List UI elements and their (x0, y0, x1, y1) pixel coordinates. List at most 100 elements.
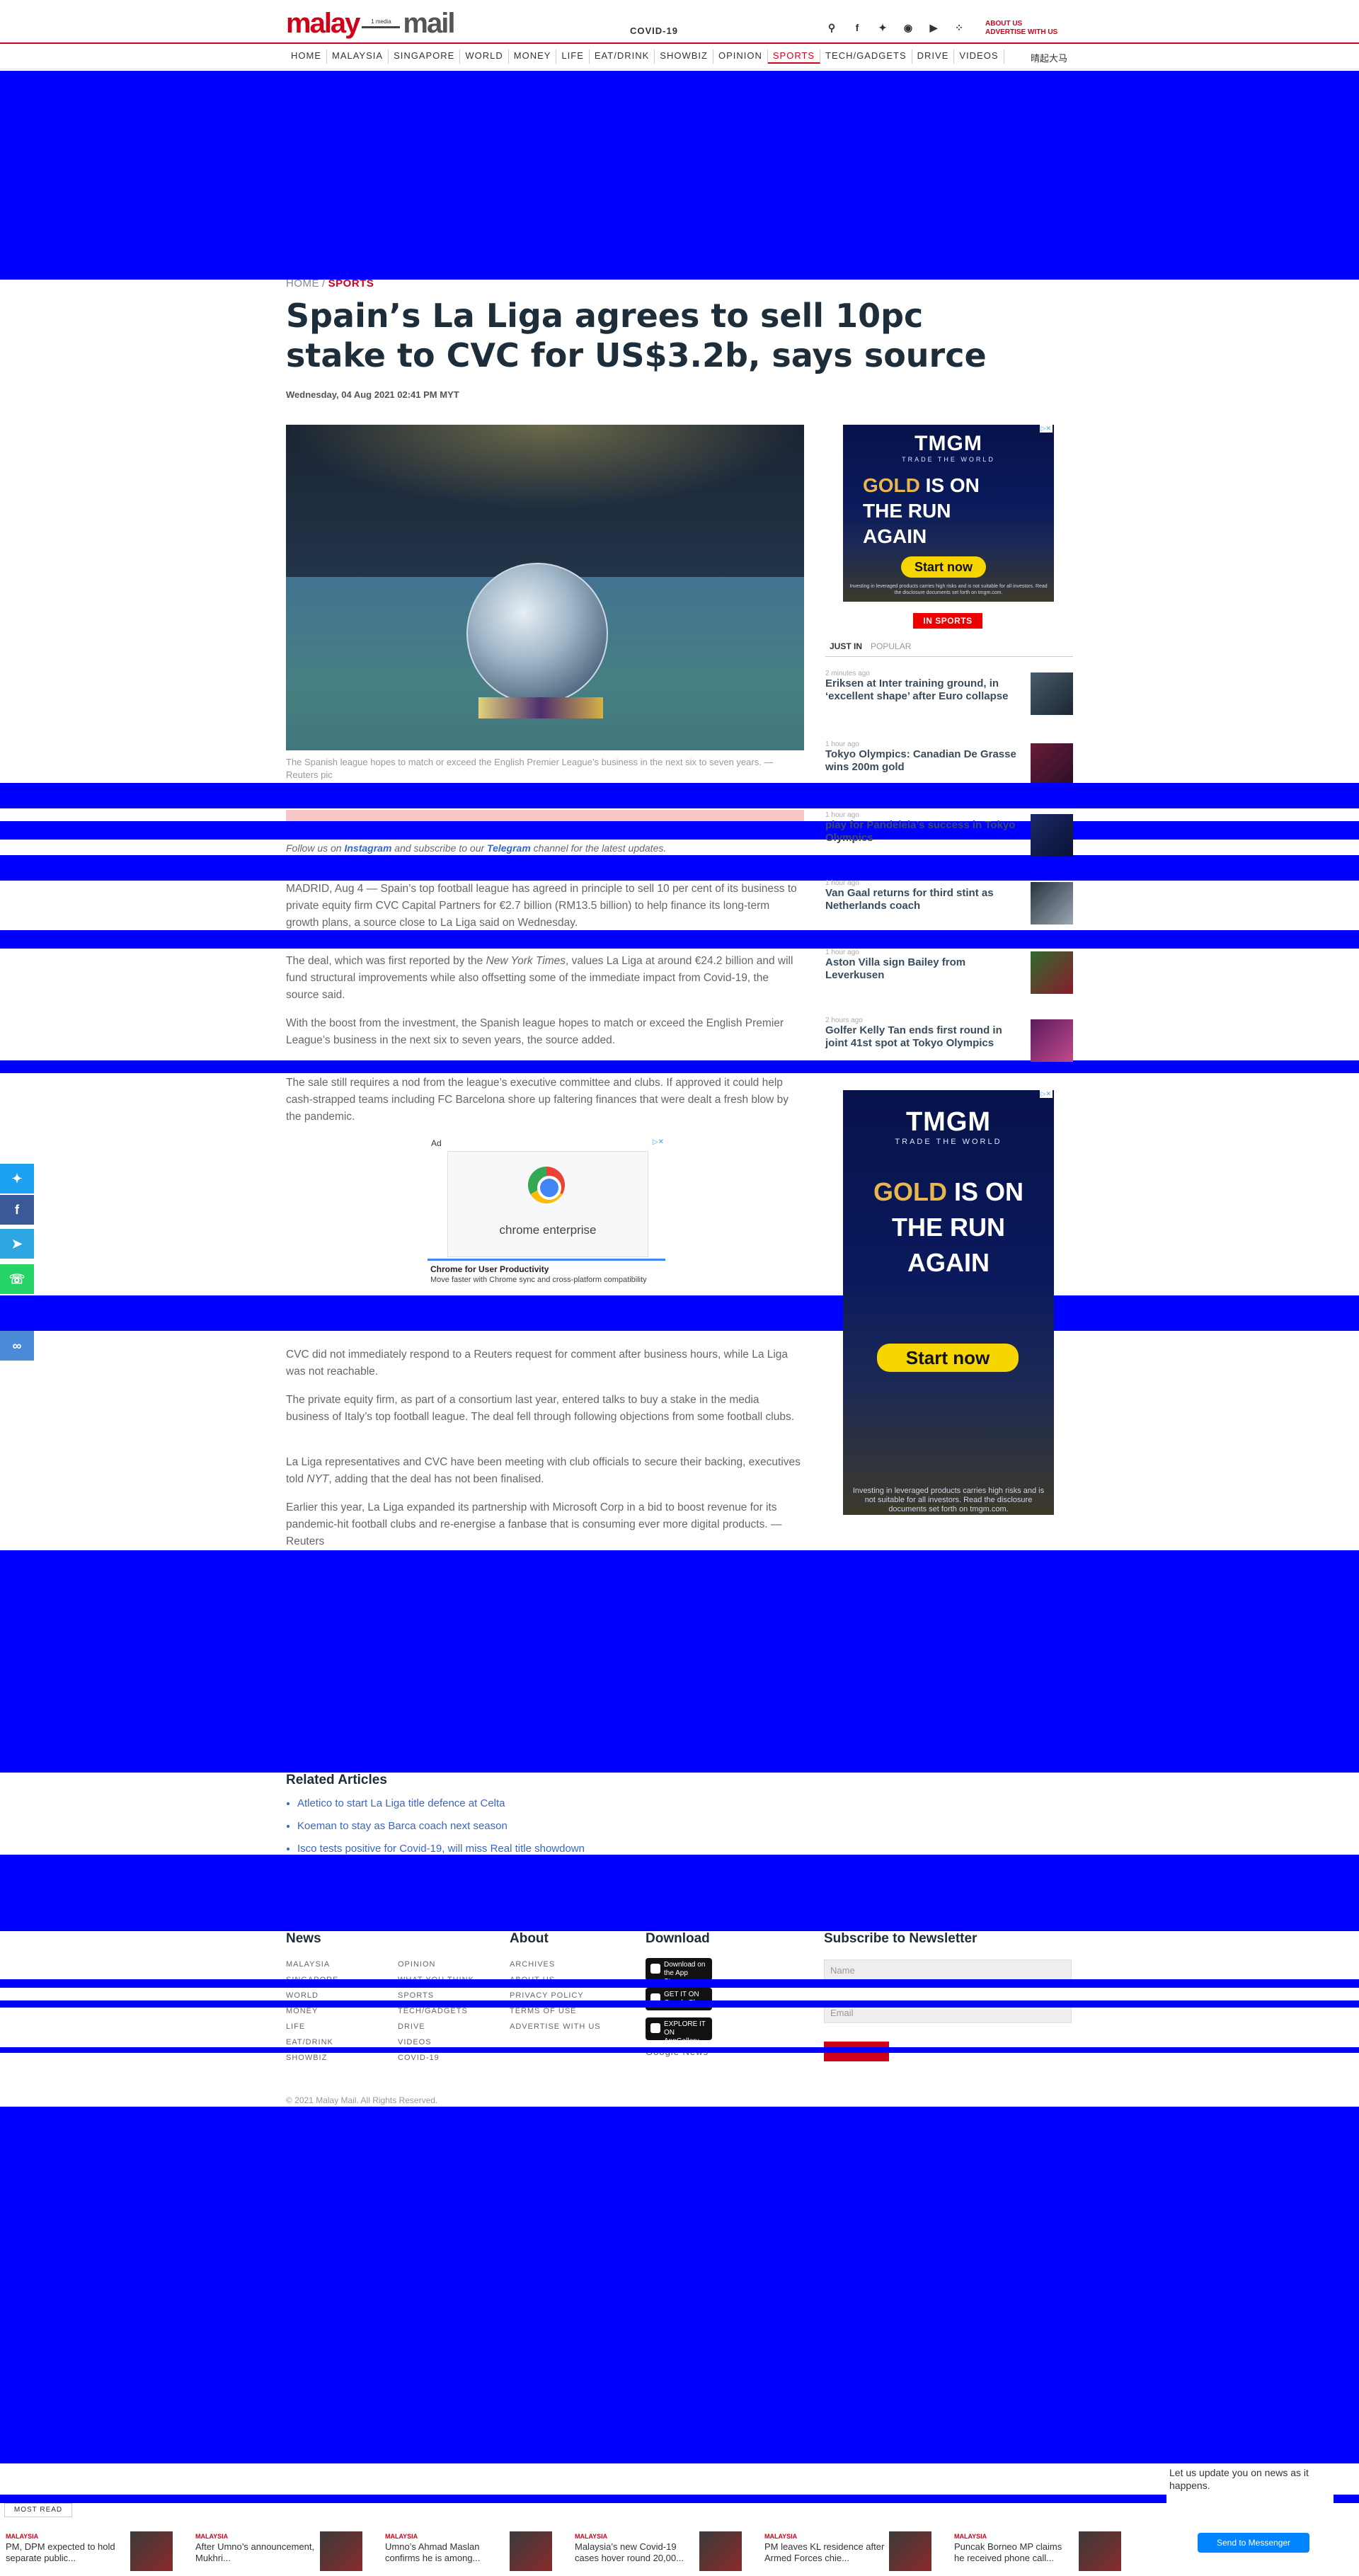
covid-link[interactable]: COVID-19 (630, 25, 678, 36)
ticker-thumbnail[interactable] (320, 2531, 362, 2571)
ad-placeholder-band (0, 821, 1359, 840)
news-thumbnail[interactable] (1031, 951, 1073, 994)
ticker-item[interactable]: MALAYSIA After Umno’s announcement, Mukh… (190, 2527, 379, 2576)
news-thumbnail[interactable] (1031, 882, 1073, 925)
instagram-icon[interactable]: ◉ (902, 21, 914, 34)
news-thumbnail[interactable] (1031, 1019, 1073, 1062)
site-logo[interactable]: malay 1 media mail (286, 7, 476, 40)
news-thumbnail[interactable] (1031, 672, 1073, 715)
nav-item-home[interactable]: HOME (286, 50, 327, 64)
ad-close-icon[interactable]: ▷✕ (1039, 425, 1053, 433)
news-headline[interactable]: Golfer Kelly Tan ends first round in joi… (825, 1024, 1025, 1050)
nav-item-singapore[interactable]: SINGAPORE (389, 50, 461, 64)
tmgm-logo: TMGM (905, 1107, 992, 1137)
news-headline[interactable]: Tokyo Olympics: Canadian De Grasse wins … (825, 748, 1025, 774)
nav-item-opinion[interactable]: OPINION (713, 50, 768, 64)
follow-us-line: Follow us on Instagram and subscribe to … (286, 842, 667, 854)
news-headline[interactable]: Van Gaal returns for third stint as Neth… (825, 887, 1025, 912)
tab-just-in[interactable]: JUST IN (825, 641, 866, 651)
article-paragraph: MADRID, Aug 4 — Spain’s top football lea… (286, 883, 797, 929)
sidebar-tabs: JUST IN POPULAR (825, 640, 1073, 657)
ticker-item[interactable]: MALAYSIA Puncak Borneo MP claims he rece… (948, 2527, 1138, 2576)
ticker-thumbnail[interactable] (1079, 2531, 1121, 2571)
rss-icon[interactable]: ⁘ (953, 21, 965, 34)
nav-item-malaysia[interactable]: MALAYSIA (327, 50, 389, 64)
ticker-thumbnail[interactable] (699, 2531, 742, 2571)
nav-item-world[interactable]: WORLD (460, 50, 509, 64)
sidebar-news-item[interactable]: 2 minutes ago Eriksen at Inter training … (825, 670, 1073, 715)
breadcrumb-sports[interactable]: SPORTS (328, 277, 374, 290)
article-paragraph: Earlier this year, La Liga expanded its … (286, 1501, 782, 1547)
twitter-icon[interactable]: ✦ (876, 21, 889, 34)
tmgm-logo: TMGM (914, 432, 982, 455)
breadcrumb-home[interactable]: HOME (286, 277, 319, 290)
most-read-label: MOST READ (4, 2503, 72, 2517)
sidebar-ad-tmgm-large[interactable]: ▷✕ TMGM TRADE THE WORLD GOLD IS ON THE R… (843, 1090, 1054, 1515)
ad-placeholder-bottom (0, 2107, 1359, 2463)
sidebar-news-item[interactable]: 1 hour ago Van Gaal returns for third st… (825, 879, 1073, 925)
article-date: Wednesday, 04 Aug 2021 02:41 PM MYT (286, 389, 459, 400)
ticker-item[interactable]: MALAYSIA Umno’s Ahmad Maslan confirms he… (379, 2527, 569, 2576)
nav-item-life[interactable]: LIFE (556, 50, 590, 64)
article-title: Spain’s La Liga agrees to sell 10pc stak… (286, 297, 987, 374)
nav-item-tech-gadgets[interactable]: TECH/GADGETS (820, 50, 912, 64)
send-to-messenger-button[interactable]: Send to Messenger (1198, 2533, 1309, 2553)
footer-news-title: News (286, 1931, 321, 1946)
article-hero-image (286, 425, 804, 750)
link-share-icon[interactable]: ∞ (0, 1331, 34, 1361)
ad-headline[interactable]: Chrome for User Productivity (430, 1264, 549, 1274)
facebook-share-icon[interactable]: f (0, 1195, 34, 1225)
related-article-link[interactable]: Koeman to stay as Barca coach next seaso… (297, 1815, 585, 1838)
nav-item-money[interactable]: MONEY (509, 50, 557, 64)
telegram-share-icon[interactable]: ➤ (0, 1229, 34, 1259)
ad-close-icon[interactable]: ▷✕ (653, 1138, 664, 1146)
related-article-link[interactable]: Atletico to start La Liga title defence … (297, 1792, 585, 1815)
nav-item-showbiz[interactable]: SHOWBIZ (655, 50, 713, 64)
footer-about-links: ARCHIVES ABOUT US PRIVACY POLICY TERMS O… (510, 1960, 601, 2031)
app-store-badge[interactable]: Download on the App Store (646, 1958, 712, 1986)
ticker-item[interactable]: MALAYSIA PM, DPM expected to hold separa… (0, 2527, 190, 2576)
ad-placeholder-band (0, 2047, 1359, 2053)
nav-item-videos[interactable]: VIDEOS (954, 50, 1004, 64)
nav-item-sports[interactable]: SPORTS (767, 50, 821, 64)
ticker-thumbnail[interactable] (130, 2531, 173, 2571)
sidebar-ad-tmgm[interactable]: ▷✕ TMGM TRADE THE WORLD GOLD IS ON THE R… (843, 425, 1054, 602)
sidebar-news-item[interactable]: 1 hour ago Aston Villa sign Bailey from … (825, 949, 1073, 994)
facebook-icon[interactable]: f (851, 21, 864, 34)
telegram-link[interactable]: Telegram (487, 842, 531, 854)
ticker-item[interactable]: MALAYSIA Malaysia’s new Covid-19 cases h… (569, 2527, 759, 2576)
news-thumbnail[interactable] (1031, 743, 1073, 786)
chinese-edition-link[interactable]: 晴起大马 (1031, 51, 1067, 64)
inline-ad[interactable]: Ad ▷✕ chrome enterprise Chrome for User … (428, 1137, 665, 1300)
news-thumbnail[interactable] (1031, 814, 1073, 857)
twitter-share-icon[interactable]: ✦ (0, 1164, 34, 1193)
start-now-button[interactable]: Start now (877, 1344, 1019, 1372)
news-headline[interactable]: play for Pandelela’s success in Tokyo Ol… (825, 819, 1025, 845)
start-now-button[interactable]: Start now (901, 556, 986, 578)
ad-close-icon[interactable]: ▷✕ (1039, 1090, 1053, 1098)
about-us-link[interactable]: ABOUT US (985, 20, 1057, 28)
ad-placeholder-band (0, 930, 1359, 949)
nav-item-eat-drink[interactable]: EAT/DRINK (590, 50, 655, 64)
search-icon[interactable]: ⚲ (825, 21, 838, 34)
sidebar-news-item[interactable]: 1 hour ago Tokyo Olympics: Canadian De G… (825, 740, 1073, 786)
ticker-thumbnail[interactable] (510, 2531, 552, 2571)
ticker-thumbnail[interactable] (889, 2531, 931, 2571)
tab-popular[interactable]: POPULAR (866, 641, 915, 651)
newsletter-name-input[interactable]: Name (824, 1959, 1072, 1981)
youtube-icon[interactable]: ▶ (927, 21, 940, 34)
ad-placeholder-band (0, 1855, 1359, 1931)
appgallery-badge[interactable]: EXPLORE IT ON AppGallery (646, 2017, 712, 2045)
advertise-link[interactable]: ADVERTISE WITH US (985, 28, 1057, 37)
news-headline[interactable]: Eriksen at Inter training ground, in ‘ex… (825, 677, 1025, 703)
ticker-item[interactable]: MALAYSIA PM leaves KL residence after Ar… (759, 2527, 948, 2576)
instagram-link[interactable]: Instagram (344, 842, 391, 854)
header-social-icons: ⚲ f ✦ ◉ ▶ ⁘ (825, 21, 965, 34)
logo-part-mail: mail (403, 7, 455, 39)
news-headline[interactable]: Aston Villa sign Bailey from Leverkusen (825, 956, 1025, 982)
sidebar-news-item[interactable]: 1 hour ago play for Pandelela’s success … (825, 811, 1073, 857)
sidebar-news-item[interactable]: 2 hours ago Golfer Kelly Tan ends first … (825, 1017, 1073, 1062)
whatsapp-share-icon[interactable]: ☏ (0, 1264, 34, 1294)
nav-item-drive[interactable]: DRIVE (912, 50, 955, 64)
logo-tagline: 1 media (362, 18, 401, 28)
